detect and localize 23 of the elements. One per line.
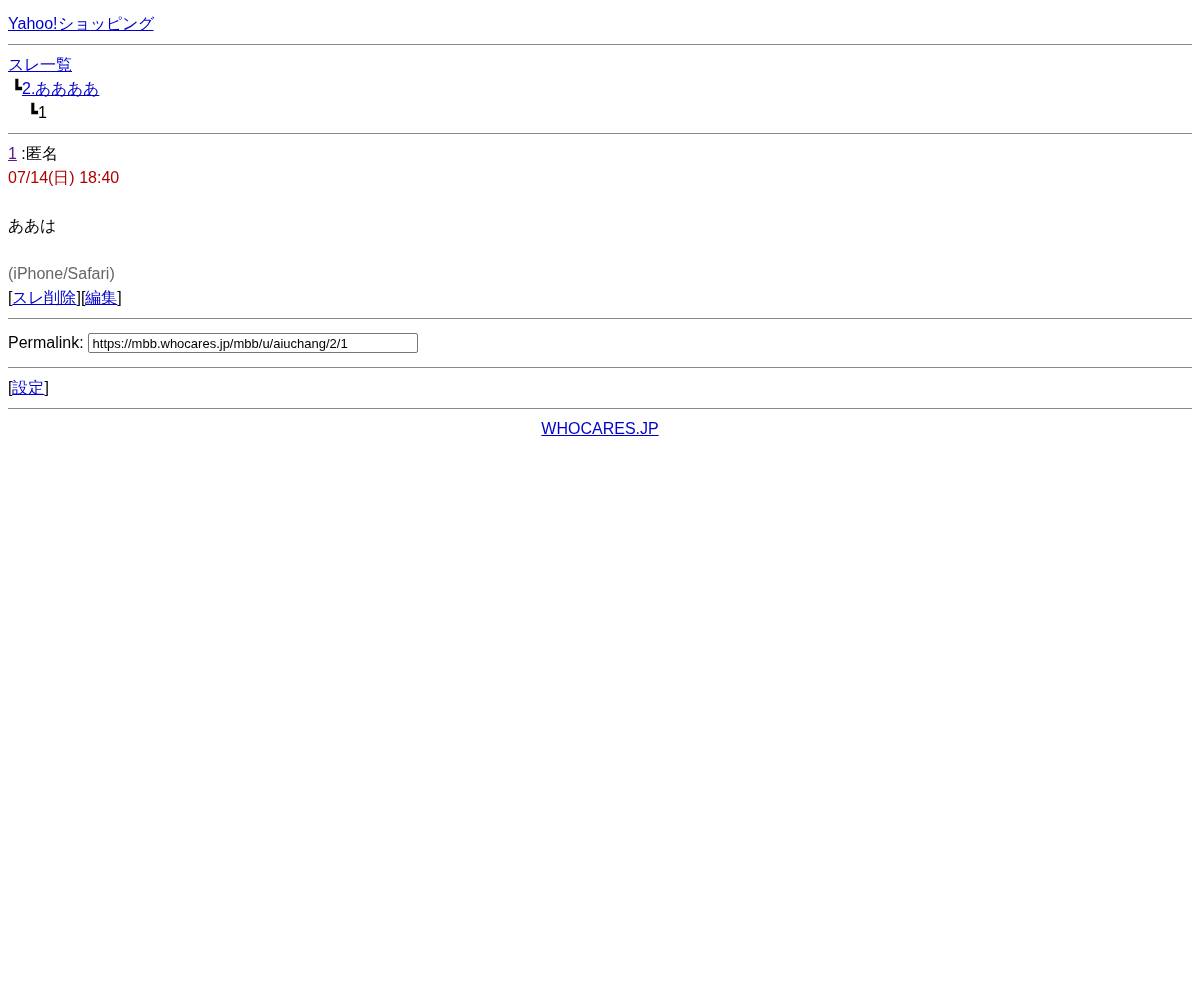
post-number-link[interactable]: 1 <box>8 145 17 162</box>
post-date: 07/14(日) 18:40 <box>8 169 120 186</box>
shopping-link[interactable]: Yahoo!ショッピング <box>8 15 154 32</box>
thread-link[interactable]: 2.ああああ <box>22 80 100 97</box>
settings-link[interactable]: 設定 <box>12 379 45 396</box>
post-device: (iPhone/Safari) <box>8 265 115 282</box>
bracket: [ <box>8 289 13 306</box>
permalink-field[interactable]: https://mbb.whocares.jp/mbb/u/aiuchang/2/1 <box>87 333 418 353</box>
branch-mark: ┗ <box>28 104 38 121</box>
permalink-label: Permalink: <box>8 334 84 352</box>
bracket: ] <box>117 289 122 306</box>
branch-mark: ┗ <box>12 80 22 97</box>
post-body: ああは <box>8 217 56 234</box>
thread-list-link[interactable]: スレ一覧 <box>8 56 72 73</box>
reply-number: 1 <box>38 104 47 121</box>
bracket: ] <box>76 289 81 306</box>
bracket: [ <box>80 289 86 306</box>
delete-thread-link[interactable]: スレ削除 <box>12 289 77 306</box>
bracket: [ <box>8 379 13 396</box>
edit-link[interactable]: 編集 <box>85 289 118 306</box>
site-link[interactable]: WHOCARES.JP <box>541 420 659 437</box>
post-author: :匿名 <box>21 145 58 162</box>
bracket: ] <box>44 379 49 396</box>
